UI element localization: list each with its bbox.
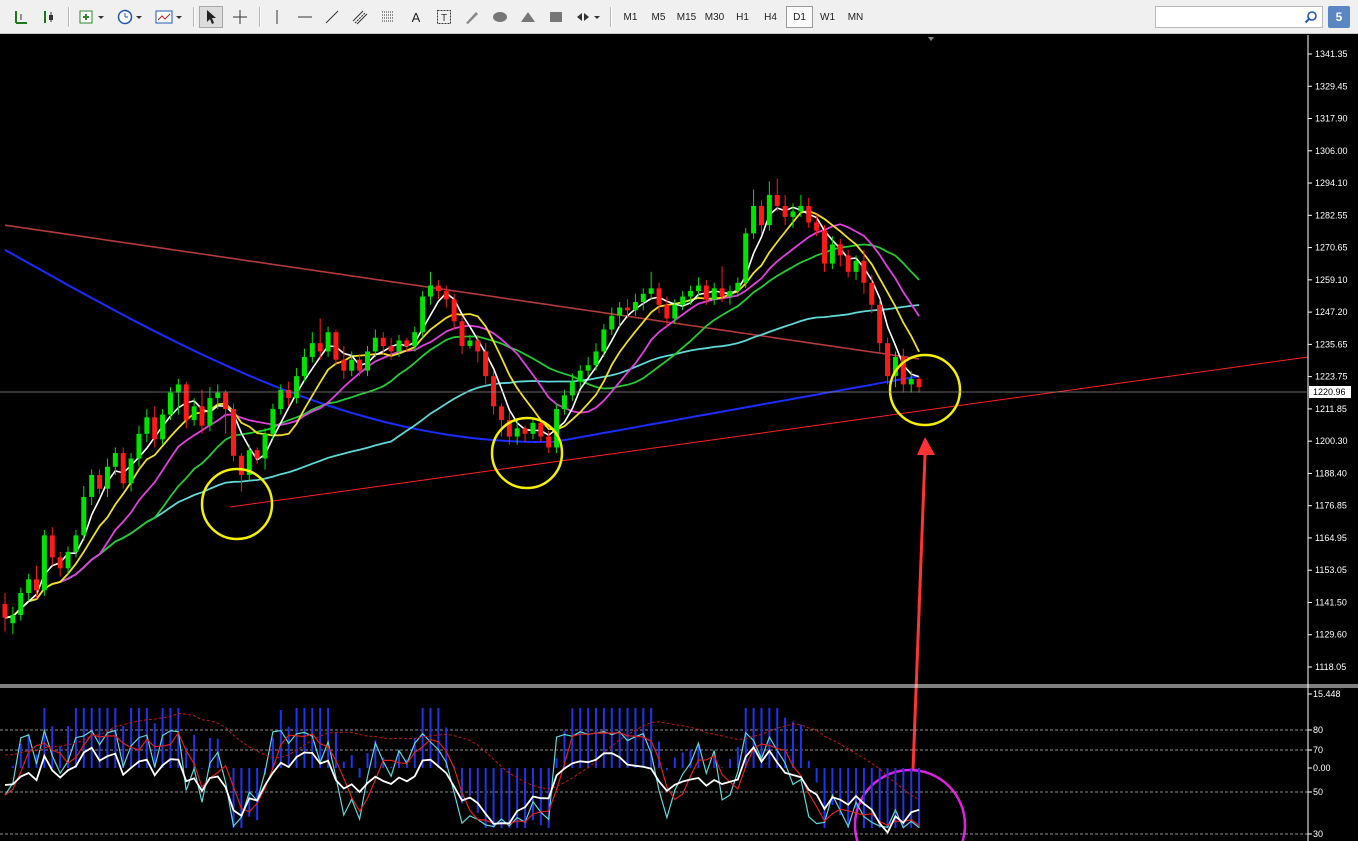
candle bbox=[554, 403, 560, 454]
timeframe-d1-button[interactable]: D1 bbox=[786, 6, 813, 28]
price-axis-label: 1223.75 bbox=[1315, 372, 1348, 382]
indicator-axis-label: 50 bbox=[1313, 787, 1323, 797]
timeframe-h4-button[interactable]: H4 bbox=[757, 6, 784, 28]
templates-icon[interactable] bbox=[152, 6, 186, 28]
timeframe-m30-button[interactable]: M30 bbox=[701, 6, 728, 28]
indicator-axis-label: 30 bbox=[1313, 829, 1323, 839]
price-axis-label: 1188.40 bbox=[1315, 468, 1347, 478]
candle bbox=[41, 529, 47, 596]
price-axis-label: 1247.20 bbox=[1315, 307, 1348, 317]
price-axis-label: 1294.10 bbox=[1315, 178, 1348, 188]
indicator-axis-label: 80 bbox=[1313, 725, 1323, 735]
candle bbox=[743, 227, 749, 289]
price-axis-label: 1317.90 bbox=[1315, 114, 1348, 124]
candle bbox=[231, 403, 237, 462]
chart-bars-icon[interactable] bbox=[9, 6, 33, 28]
price-axis-label: 1118.05 bbox=[1315, 662, 1346, 672]
price-axis-label: 1176.85 bbox=[1315, 501, 1347, 511]
candle bbox=[120, 447, 126, 489]
price-axis-label: 1129.60 bbox=[1315, 630, 1347, 640]
horizontal-line-icon[interactable] bbox=[293, 6, 317, 28]
timeframe-w1-button[interactable]: W1 bbox=[814, 6, 841, 28]
help-button[interactable]: 5 bbox=[1328, 6, 1350, 28]
trendline-icon[interactable] bbox=[320, 6, 344, 28]
periodicity-clock-icon[interactable] bbox=[114, 6, 146, 28]
timeframe-m5-button[interactable]: M5 bbox=[645, 6, 672, 28]
price-axis-label: 1282.55 bbox=[1315, 210, 1348, 220]
vertical-line-icon[interactable] bbox=[265, 6, 289, 28]
search-icon[interactable] bbox=[1304, 10, 1318, 24]
timeframe-mn-button[interactable]: MN bbox=[842, 6, 869, 28]
new-chart-icon[interactable] bbox=[76, 6, 108, 28]
price-axis-label: 1270.65 bbox=[1315, 243, 1348, 253]
chart-candles-icon[interactable] bbox=[37, 6, 61, 28]
price-axis-label: 1164.95 bbox=[1315, 533, 1347, 543]
rectangle-icon[interactable] bbox=[544, 6, 568, 28]
indicator-axis-label: 70 bbox=[1313, 745, 1323, 755]
svg-text:T: T bbox=[441, 13, 447, 24]
crosshair-icon[interactable] bbox=[228, 6, 252, 28]
ellipse-icon[interactable] bbox=[488, 6, 512, 28]
search-input[interactable] bbox=[1155, 6, 1323, 28]
timeframe-h1-button[interactable]: H1 bbox=[729, 6, 756, 28]
price-axis-label: 1200.30 bbox=[1315, 436, 1348, 446]
price-axis-label: 1141.50 bbox=[1315, 597, 1347, 607]
arrow-pen-icon[interactable] bbox=[460, 6, 484, 28]
current-price-label: 1220.96 bbox=[1313, 387, 1346, 397]
fibonacci-icon[interactable] bbox=[376, 6, 400, 28]
price-axis-label: 1341.35 bbox=[1315, 49, 1348, 59]
text-icon[interactable]: A bbox=[404, 6, 428, 28]
price-axis-label: 1259.10 bbox=[1315, 275, 1348, 285]
timeframe-m15-button[interactable]: M15 bbox=[673, 6, 700, 28]
text-label-icon[interactable]: T bbox=[432, 6, 456, 28]
price-axis-label: 1235.65 bbox=[1315, 339, 1348, 349]
triangle-icon[interactable] bbox=[516, 6, 540, 28]
price-axis-label: 1306.00 bbox=[1315, 146, 1348, 156]
channel-icon[interactable] bbox=[348, 6, 372, 28]
arrows-icon[interactable] bbox=[572, 6, 604, 28]
main-toolbar: A T M1 M5 M15 M30 H1 H4 D1 W1 MN 5 bbox=[0, 0, 1358, 34]
price-chart[interactable]: 1341.35 1329.45 1317.90 1306.00 1294.10 1282.… bbox=[0, 35, 1358, 841]
candle bbox=[420, 291, 426, 338]
price-axis-label: 1329.45 bbox=[1315, 81, 1348, 91]
timeframe-m1-button[interactable]: M1 bbox=[617, 6, 644, 28]
price-axis-label: 1211.85 bbox=[1315, 404, 1347, 414]
cursor-icon[interactable] bbox=[199, 6, 223, 28]
indicator-axis-label: 15.448 bbox=[1313, 689, 1341, 699]
indicator-axis-label: 0.00 bbox=[1313, 763, 1331, 773]
price-axis-label: 1153.05 bbox=[1315, 565, 1347, 575]
